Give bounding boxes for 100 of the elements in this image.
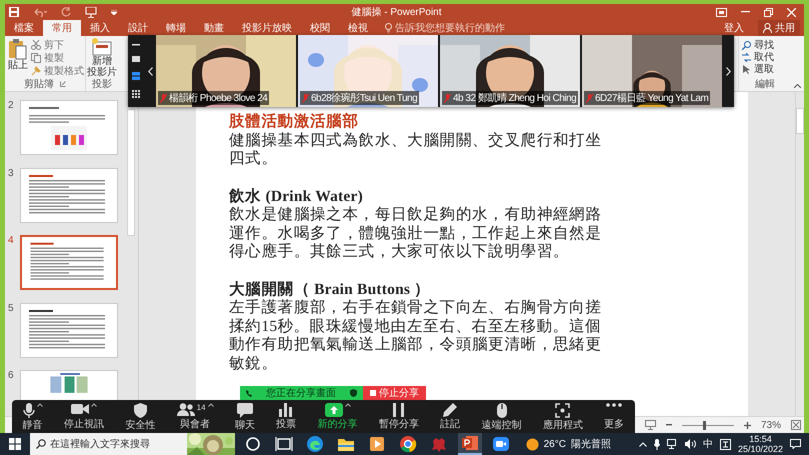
mute-button[interactable]: 靜音 — [20, 400, 45, 433]
keyboard-mode-icon[interactable] — [720, 438, 731, 450]
editing-command[interactable]: 選取 — [742, 63, 788, 75]
copy-icon — [31, 53, 41, 63]
caret-icon[interactable] — [90, 403, 97, 407]
stop-share-button[interactable]: 停止分享 — [363, 386, 426, 400]
strip-view-icon[interactable] — [132, 72, 140, 80]
ribbon-tab[interactable]: 校閱 — [301, 20, 339, 36]
ribbon-options-icon[interactable] — [716, 8, 727, 16]
chevron-right-icon — [726, 66, 730, 76]
slide-number: 6 — [8, 370, 15, 383]
ribbon-tab[interactable]: 投影片放映 — [233, 20, 301, 36]
chevron-up-icon[interactable] — [638, 442, 647, 446]
ribbon-tab[interactable]: 檔案 — [5, 20, 43, 36]
presentation-app-icon[interactable] — [458, 433, 482, 455]
participants-button[interactable]: 14 與會者 — [174, 400, 216, 433]
more-icon — [606, 403, 622, 407]
video-tile[interactable]: 楊韻桁 Phoebe 3love 24 — [156, 35, 296, 107]
clipboard-command[interactable]: 複製 — [31, 52, 84, 64]
editing-command[interactable]: 取代 — [742, 51, 788, 63]
stop-video-button[interactable]: 停止視訊 — [62, 400, 106, 433]
clock[interactable]: 15:54 25/10/2022 — [738, 434, 783, 454]
apps-icon — [555, 403, 570, 418]
scrollbar-thumb[interactable] — [796, 108, 804, 134]
close-icon[interactable] — [787, 8, 796, 16]
undo-icon[interactable] — [33, 7, 47, 17]
stop-icon — [370, 390, 376, 396]
ribbon-tab[interactable]: 動畫 — [195, 20, 233, 36]
weather-condition[interactable]: 陽光普照 — [570, 437, 611, 451]
video-tile[interactable]: 6b28徐琬彤Tsui Uen Tung — [298, 35, 438, 107]
zoom-in-icon[interactable] — [744, 422, 751, 428]
tell-me-field[interactable]: 告訴我您想要執行的動作 — [395, 21, 505, 35]
slide-thumbnail[interactable] — [20, 100, 118, 155]
group-label: 編輯 — [755, 78, 775, 90]
bar-chart-icon — [279, 403, 294, 417]
caret-icon[interactable] — [36, 403, 43, 407]
dialog-launcher-icon[interactable] — [60, 81, 66, 87]
video-camera-icon — [70, 403, 89, 415]
sign-in-link[interactable]: 登入 — [718, 20, 750, 36]
chevron-left-icon — [148, 66, 152, 76]
scrollbar-thumb[interactable] — [127, 109, 135, 236]
replace-icon — [742, 52, 751, 62]
microphone-icon[interactable] — [654, 438, 660, 450]
collapse-ribbon-icon[interactable] — [794, 84, 801, 88]
ribbon-tab[interactable]: 設計 — [119, 20, 157, 36]
share-button[interactable]: 共用 — [758, 20, 800, 36]
chat-bubble-icon — [236, 403, 253, 418]
ribbon-tab[interactable]: 常用 — [43, 20, 81, 36]
more-button[interactable]: 更多 — [602, 400, 626, 433]
slide-thumbnail[interactable] — [20, 168, 118, 222]
section-title: 飲水 (Drink Water) — [229, 188, 364, 206]
grid-view-icon[interactable] — [132, 90, 140, 98]
paragraph: 健腦操基本四式為飲水、大腦開關、交叉爬行和打坐四式。 — [229, 132, 603, 168]
presentation-icon[interactable] — [85, 6, 97, 18]
redo-icon[interactable] — [61, 7, 71, 17]
zoom-level[interactable]: 73% — [760, 420, 781, 430]
paste-button[interactable]: 貼上 — [6, 38, 30, 78]
temperature[interactable]: 26°C — [544, 438, 566, 450]
network-icon[interactable] — [666, 439, 678, 449]
participant-name: 6D27楊日藍 Yeung Yat Lam — [595, 92, 708, 105]
slideshow-icon[interactable] — [644, 420, 656, 430]
apps-button[interactable]: 應用程式 — [540, 400, 585, 433]
slide-thumbnail[interactable] — [20, 235, 118, 290]
window-title: 健腦操 - PowerPoint — [350, 6, 443, 19]
video-tile[interactable]: 6D27楊日藍 Yeung Yat Lam — [582, 35, 722, 107]
security-button[interactable]: 安全性 — [123, 400, 158, 433]
pause-icon — [393, 403, 404, 417]
caret-icon[interactable] — [344, 403, 351, 407]
mouse-icon — [496, 403, 507, 418]
phone-icon — [246, 390, 252, 396]
input-method-indicator[interactable]: 中 — [702, 437, 713, 451]
polls-button[interactable]: 投票 — [274, 400, 298, 433]
new-share-button[interactable]: 新的分享 — [316, 400, 360, 433]
pause-share-button[interactable]: 暫停分享 — [376, 400, 421, 433]
notification-icon[interactable] — [790, 439, 801, 449]
slide-thumbnail[interactable] — [20, 370, 118, 400]
slide-thumbnail[interactable] — [20, 302, 118, 358]
restore-icon[interactable] — [764, 8, 773, 16]
save-icon[interactable] — [9, 7, 19, 17]
annotate-button[interactable]: 註記 — [438, 400, 462, 433]
new-slide-button[interactable]: 新增 投影片 — [87, 38, 117, 78]
windows-start-icon[interactable] — [9, 438, 21, 450]
customize-icon[interactable] — [111, 10, 117, 14]
caret-icon[interactable] — [208, 403, 214, 407]
slider-thumb[interactable] — [702, 420, 706, 430]
ribbon-tab[interactable]: 插入 — [81, 20, 119, 36]
remote-control-button[interactable]: 遠端控制 — [480, 400, 524, 433]
person-icon — [763, 23, 772, 33]
chat-button[interactable]: 聊天 — [232, 400, 257, 433]
minimize-icon[interactable] — [132, 44, 140, 46]
fit-to-window-icon[interactable] — [791, 420, 801, 430]
video-tile[interactable]: 4b 32 鄭凱晴 Zheng Hoi Ching — [440, 35, 580, 107]
speaker-icon[interactable] — [684, 439, 696, 449]
clipboard-command[interactable]: 複製格式 — [31, 65, 84, 77]
ribbon-tab[interactable]: 轉場 — [157, 20, 195, 36]
sharing-status-text: 您正在分享畫面 — [266, 386, 336, 400]
ribbon-tab[interactable]: 檢視 — [339, 20, 377, 36]
scissors-icon — [31, 40, 41, 50]
editing-command[interactable]: 尋找 — [742, 39, 788, 51]
clipboard-command[interactable]: 剪下 — [31, 39, 84, 51]
